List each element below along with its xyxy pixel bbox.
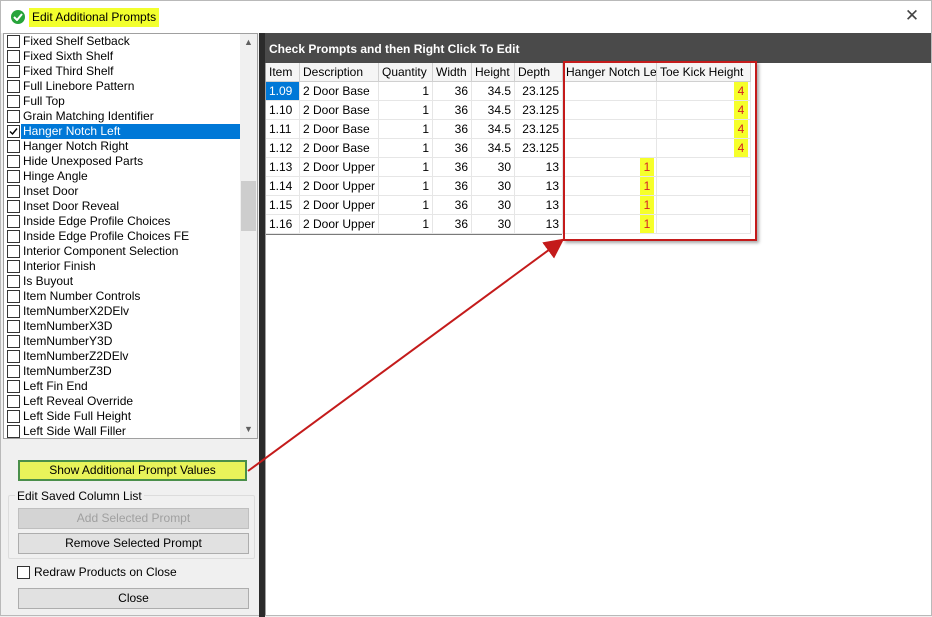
edit-additional-prompts-dialog: Edit Additional Prompts ✕ Left Side Wall… (0, 0, 932, 617)
annotation-arrow (247, 238, 565, 472)
